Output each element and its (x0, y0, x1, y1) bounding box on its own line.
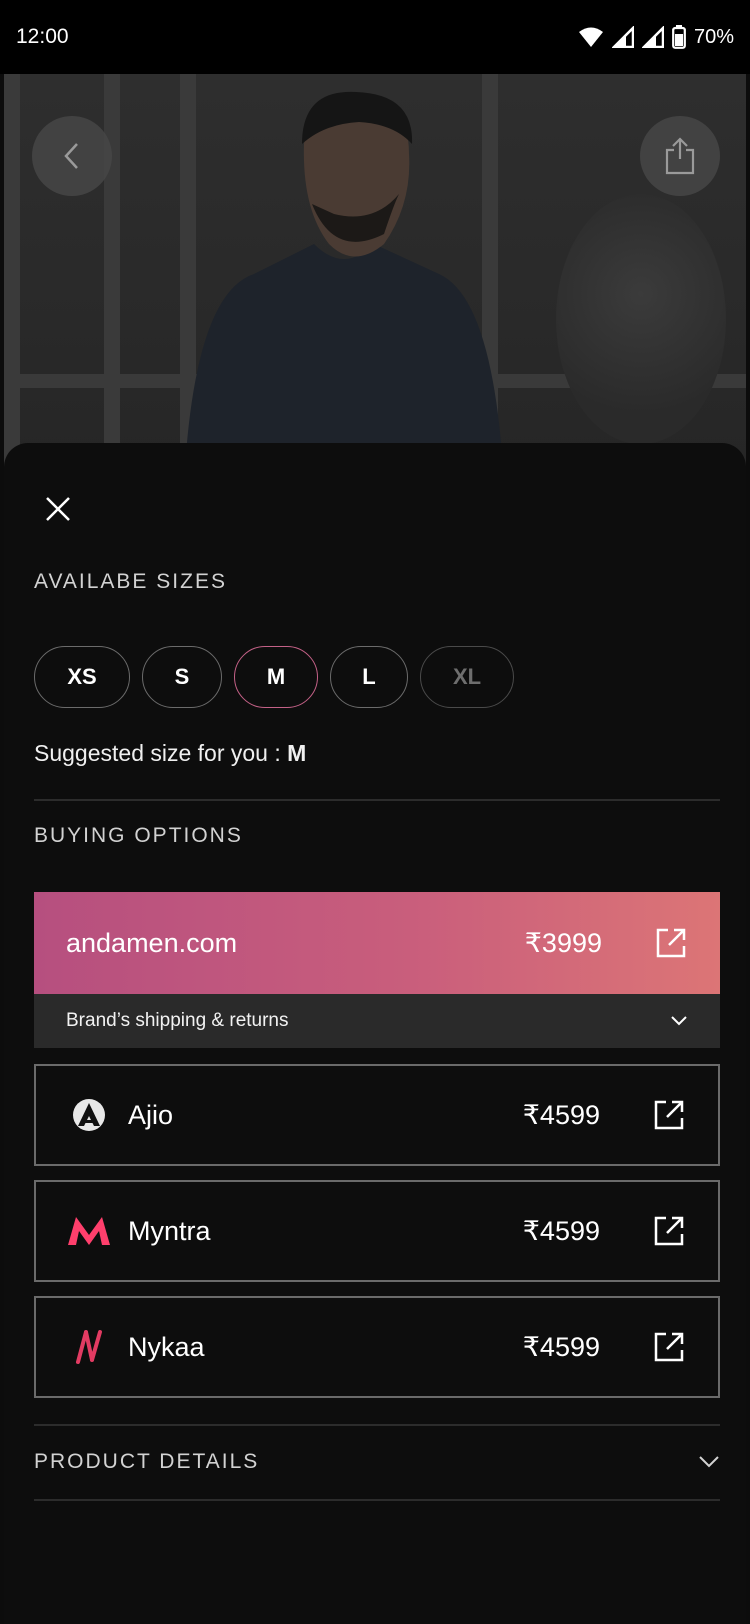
signal-icon-2 (641, 26, 664, 48)
external-link-icon[interactable] (652, 1330, 686, 1364)
buying-options-sheet: AVAILABE SIZES XS S M L XL Suggested siz… (4, 443, 746, 1624)
option-store-name: Nykaa (128, 1331, 205, 1362)
size-option-m[interactable]: M (234, 646, 318, 708)
option-store-name: Myntra (128, 1215, 211, 1246)
nykaa-logo-icon (66, 1326, 112, 1368)
status-bar: 12:00 70% (0, 0, 750, 74)
buying-options-title: BUYING OPTIONS (34, 824, 243, 847)
share-button[interactable] (640, 116, 720, 196)
chevron-down-icon (671, 1016, 687, 1026)
size-option-l[interactable]: L (330, 646, 408, 708)
signal-icon (611, 26, 634, 48)
back-button[interactable] (32, 116, 112, 196)
battery-percent: 70% (693, 25, 734, 48)
ajio-logo-icon (66, 1094, 112, 1136)
battery-icon (672, 25, 686, 49)
shipping-returns-label: Brand’s shipping & returns (66, 1010, 289, 1031)
sizes-title: AVAILABE SIZES (34, 570, 227, 593)
window-frame (104, 74, 120, 474)
close-icon (46, 497, 70, 521)
product-details-title: PRODUCT DETAILS (34, 1450, 260, 1473)
divider (34, 1424, 720, 1426)
size-option-xl: XL (420, 646, 514, 708)
option-price: ₹4599 (522, 1215, 600, 1246)
external-link-icon[interactable] (654, 926, 688, 960)
suggested-size-value: M (287, 740, 307, 766)
shipping-returns-toggle[interactable]: Brand’s shipping & returns (34, 994, 720, 1048)
status-icons: 70% (578, 25, 734, 49)
size-option-s[interactable]: S (142, 646, 222, 708)
buy-option-nykaa[interactable]: Nykaa ₹4599 (34, 1296, 720, 1398)
status-time: 12:00 (16, 25, 69, 48)
external-link-icon[interactable] (652, 1098, 686, 1132)
buy-option-ajio[interactable]: Ajio ₹4599 (34, 1064, 720, 1166)
wifi-icon (578, 27, 603, 47)
chevron-left-icon (64, 143, 78, 169)
buy-option-myntra[interactable]: Myntra ₹4599 (34, 1180, 720, 1282)
option-store-name: Ajio (128, 1099, 174, 1130)
option-price: ₹4599 (522, 1331, 600, 1362)
size-selector: XS S M L XL (34, 646, 514, 708)
close-button[interactable] (38, 489, 78, 529)
chevron-down-icon (699, 1456, 719, 1468)
buy-option-andamen[interactable]: andamen.com ₹3999 (34, 892, 720, 994)
model-figure (184, 91, 504, 474)
option-price: ₹4599 (522, 1099, 600, 1130)
product-details-toggle[interactable]: PRODUCT DETAILS (34, 1434, 720, 1490)
external-link-icon[interactable] (652, 1214, 686, 1248)
window-frame (4, 74, 20, 474)
divider (34, 799, 720, 801)
myntra-logo-icon (66, 1210, 112, 1252)
option-store-name: andamen.com (66, 927, 238, 958)
suggested-size: Suggested size for you : M (34, 740, 306, 767)
suggested-size-label: Suggested size for you : (34, 740, 288, 766)
share-icon (665, 137, 695, 175)
divider (34, 1499, 720, 1501)
product-hero-image (4, 74, 746, 474)
option-price: ₹3999 (524, 927, 602, 958)
size-option-xs[interactable]: XS (34, 646, 130, 708)
tree-background (556, 194, 726, 444)
